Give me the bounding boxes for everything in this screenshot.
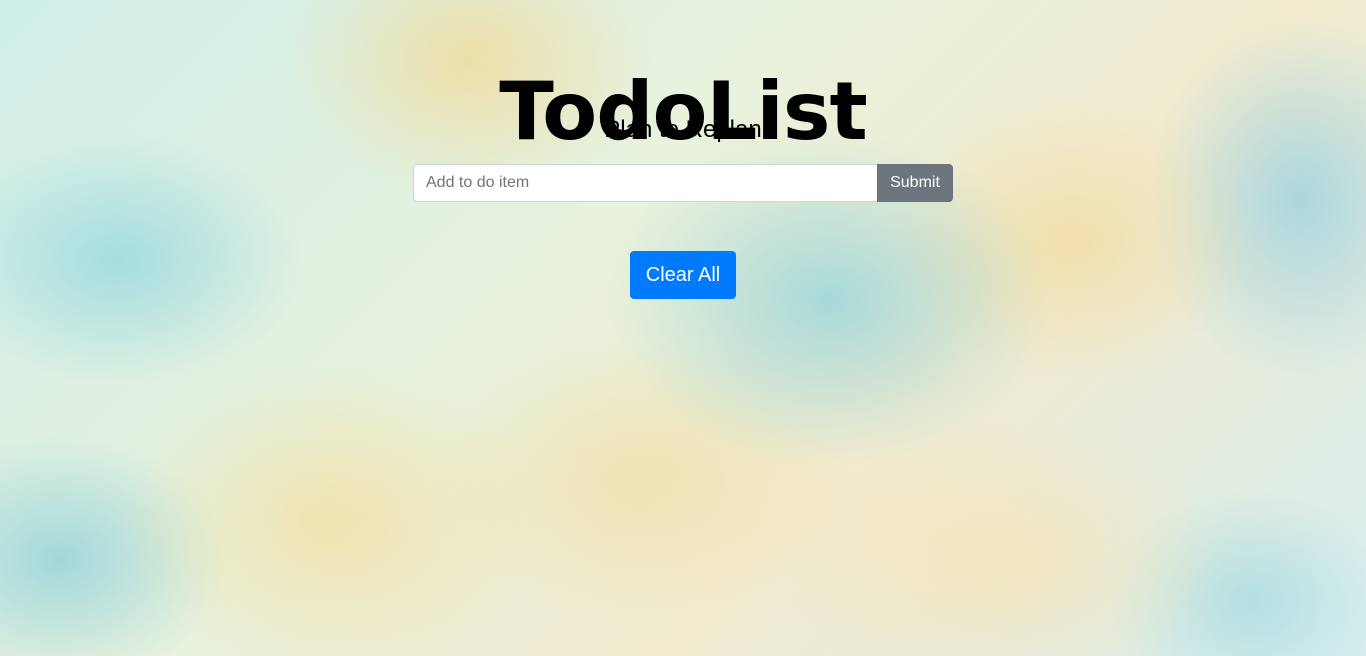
todo-page: { "header": { "title": "TodoList", "subt… <box>0 0 1366 656</box>
submit-button[interactable]: Submit <box>877 164 953 202</box>
page-subtitle: Plan to Replan <box>604 116 762 143</box>
page-title: TodoList <box>499 64 867 158</box>
add-todo-form: Submit <box>413 164 953 202</box>
clear-all-button[interactable]: Clear All <box>630 251 736 299</box>
todo-item-input[interactable] <box>413 164 877 202</box>
